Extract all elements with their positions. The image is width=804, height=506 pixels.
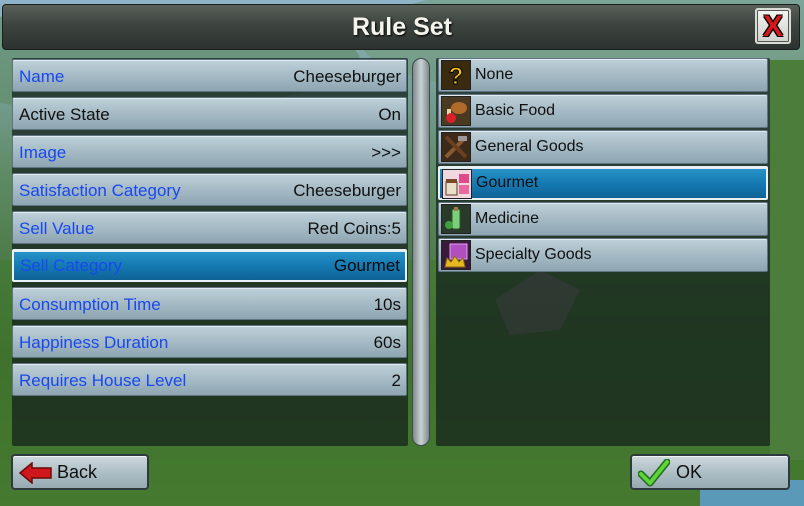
category-label: Basic Food [475, 102, 556, 119]
question-mark-icon: ? [441, 60, 471, 91]
property-label: Sell Category [20, 256, 123, 275]
property-value: 2 [391, 371, 401, 390]
back-button[interactable]: Back [11, 454, 149, 490]
property-value: 10s [373, 295, 401, 314]
property-value: Red Coins:5 [307, 219, 401, 238]
property-value: On [378, 105, 401, 124]
close-icon: X [762, 10, 783, 43]
category-item[interactable]: Specialty Goods [438, 238, 768, 272]
category-label: Medicine [475, 210, 540, 227]
property-row[interactable]: Name Cheeseburger [12, 59, 407, 92]
ok-button[interactable]: OK [630, 454, 790, 490]
property-value: Cheeseburger [293, 181, 401, 200]
category-item[interactable]: ? None [438, 58, 768, 92]
property-label: Sell Value [19, 219, 95, 238]
property-label: Image [19, 143, 67, 162]
property-row[interactable]: Happiness Duration 60s [12, 325, 407, 358]
property-label: Happiness Duration [19, 333, 169, 352]
category-item[interactable]: Basic Food [438, 94, 768, 128]
category-item[interactable]: Gourmet [438, 166, 768, 200]
category-item[interactable]: General Goods [438, 130, 768, 164]
property-row[interactable]: Sell Value Red Coins:5 [12, 211, 407, 244]
ok-label: OK [676, 462, 703, 482]
category-label: None [475, 66, 514, 83]
checkmark-icon [638, 459, 670, 487]
property-row[interactable]: Active State On [12, 97, 407, 130]
category-label: General Goods [475, 138, 584, 155]
gourmet-icon [442, 169, 472, 199]
back-arrow-icon [19, 462, 52, 484]
window-title: Rule Set [351, 13, 453, 41]
property-value: 60s [373, 333, 401, 352]
close-button[interactable]: X [755, 8, 791, 44]
property-row[interactable]: Satisfaction Category Cheeseburger [12, 173, 407, 206]
property-value: >>> [371, 143, 401, 162]
property-label: Active State [19, 105, 110, 124]
property-value: Cheeseburger [293, 67, 401, 86]
category-label: Specialty Goods [475, 246, 592, 263]
back-label: Back [57, 462, 98, 482]
property-row[interactable]: Consumption Time 10s [12, 287, 407, 320]
property-row[interactable]: Requires House Level 2 [12, 363, 407, 396]
general-goods-icon [441, 132, 471, 162]
property-value: Gourmet [333, 256, 400, 275]
specialty-goods-icon [441, 240, 471, 270]
property-label: Name [19, 67, 65, 86]
property-row[interactable]: Sell Category Gourmet [12, 249, 407, 282]
scrollbar[interactable] [412, 58, 430, 446]
category-item[interactable]: Medicine [438, 202, 768, 236]
property-label: Requires House Level [19, 371, 187, 390]
medicine-icon [441, 204, 471, 234]
svg-text:?: ? [449, 63, 464, 89]
category-label: Gourmet [476, 174, 539, 191]
property-label: Satisfaction Category [19, 181, 181, 200]
basic-food-icon [441, 96, 471, 126]
property-label: Consumption Time [19, 295, 161, 314]
property-row[interactable]: Image >>> [12, 135, 407, 168]
